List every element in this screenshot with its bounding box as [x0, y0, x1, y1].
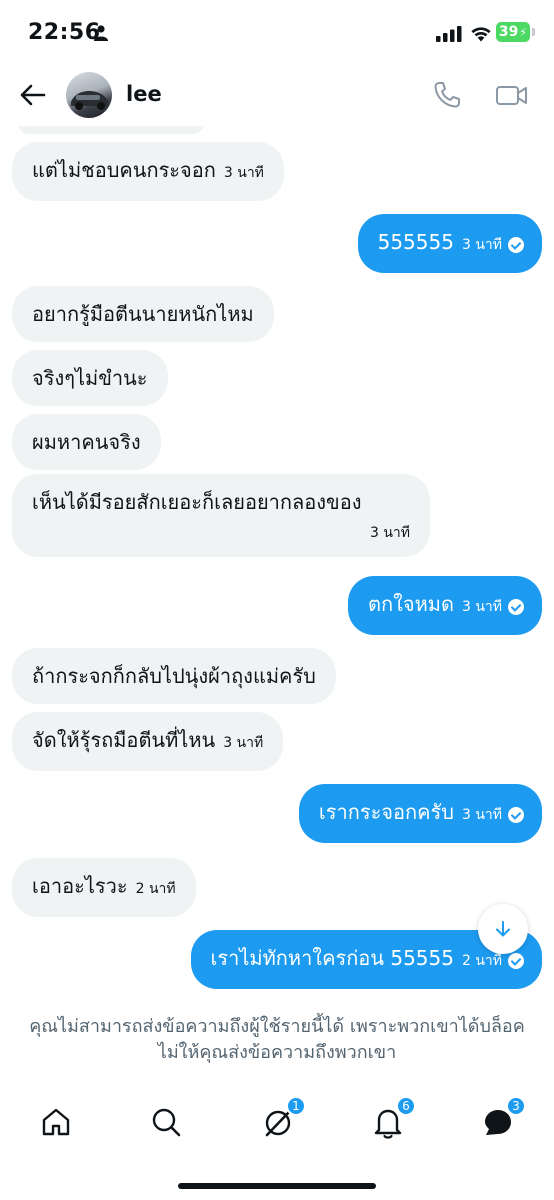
message-meta: 3 นาที: [462, 231, 524, 259]
message-time: 2 นาที: [135, 881, 176, 897]
read-check-icon: [508, 599, 524, 615]
scroll-to-bottom-button[interactable]: [478, 904, 528, 954]
message-bubble[interactable]: แต่ไม่ชอบคนกระจอก 3 นาที: [12, 142, 284, 201]
battery-cap: [532, 28, 535, 36]
message-text: เอาอะไรวะ: [32, 874, 128, 898]
message-text: จัดให้รุ้รถมือตีนที่ไหน: [32, 728, 216, 752]
message-meta: 3 นาที: [462, 593, 524, 621]
arrow-down-icon: [496, 921, 510, 937]
bottom-nav: 1 6 3: [0, 1090, 554, 1160]
cellular-signal-icon: [436, 26, 462, 42]
message-time: 3 นาที: [369, 525, 410, 541]
contact-name[interactable]: lee: [126, 82, 162, 106]
message-bubble[interactable]: ถ้ากระจกก็กลับไปนุ่งผ้าถุงแม่ครับ: [12, 648, 336, 704]
message-bubble-partial: [18, 126, 204, 134]
nav-messages[interactable]: 3: [480, 1096, 526, 1140]
messages-badge: 3: [506, 1096, 526, 1116]
battery-indicator: 39 ⚡: [496, 22, 530, 42]
back-arrow-icon: [20, 84, 46, 106]
message-bubble[interactable]: จริงๆไม่ขำนะ: [12, 350, 168, 406]
message-time: 3 นาที: [461, 599, 502, 615]
read-check-icon: [508, 807, 524, 823]
message-bubble[interactable]: อยากรู้มือตีนนายหนักไหม: [12, 286, 274, 342]
message-bubble[interactable]: 555555 3 นาที: [357, 214, 542, 273]
car-photo-icon: [71, 91, 108, 110]
read-check-icon: [508, 953, 524, 969]
message-text: ตกใจหมด: [368, 592, 454, 616]
message-bubble[interactable]: ผมหาคนจริง: [12, 414, 161, 470]
search-icon: [152, 1108, 181, 1137]
person-icon: [94, 25, 108, 41]
message-meta: 3 นาที: [462, 801, 524, 829]
battery-level: 39: [498, 24, 519, 40]
nav-notifications[interactable]: 6: [370, 1096, 416, 1140]
message-text: เรากระจอกครับ: [318, 800, 454, 824]
chat-header: lee: [0, 64, 554, 126]
call-button[interactable]: [430, 78, 464, 112]
charging-bolt-icon: ⚡: [519, 25, 528, 39]
message-bubble[interactable]: เอาอะไรวะ 2 นาที: [12, 858, 196, 917]
message-text: ถ้ากระจกก็กลับไปนุ่งผ้าถุงแม่ครับ: [32, 664, 316, 688]
video-call-button[interactable]: [494, 78, 530, 112]
nav-search[interactable]: [148, 1104, 184, 1140]
message-text: เราไม่ทักหาใครก่อน 55555: [210, 946, 454, 970]
message-time: 3 นาที: [223, 165, 264, 181]
back-button[interactable]: [16, 78, 50, 112]
message-text: 555555: [377, 230, 454, 254]
status-time: 22:56: [28, 20, 101, 45]
nav-grok[interactable]: 1: [260, 1096, 306, 1140]
nav-home[interactable]: [38, 1104, 74, 1140]
blocked-notice: คุณไม่สามารถส่งข้อความถึงผู้ใช้รายนี้ได้…: [29, 1016, 525, 1063]
message-text: จริงๆไม่ขำนะ: [32, 366, 148, 390]
status-bar: 22:56 39 ⚡: [0, 0, 554, 64]
message-bubble[interactable]: เห็นได้มีรอยสักเยอะก็เลยอยากลองของ 3 นาท…: [12, 474, 430, 557]
message-text: อยากรู้มือตีนนายหนักไหม: [32, 302, 254, 326]
wifi-icon: [471, 27, 491, 42]
message-text: แต่ไม่ชอบคนกระจอก: [32, 158, 216, 182]
message-time: 3 นาที: [461, 237, 502, 253]
grok-badge: 1: [286, 1096, 306, 1116]
avatar[interactable]: [66, 72, 112, 118]
message-time: 3 นาที: [223, 735, 264, 751]
message-bubble[interactable]: ตกใจหมด 3 นาที: [348, 576, 542, 635]
phone-icon: [434, 82, 460, 108]
read-check-icon: [508, 237, 524, 253]
message-text: ผมหาคนจริง: [32, 430, 141, 454]
message-list[interactable]: แต่ไม่ชอบคนกระจอก 3 นาที 555555 3 นาที อยา…: [0, 126, 554, 1006]
message-text: เห็นได้มีรอยสักเยอะก็เลยอยากลองของ: [32, 490, 362, 514]
video-camera-icon: [496, 86, 527, 105]
home-indicator: [178, 1183, 376, 1189]
message-bubble[interactable]: เรากระจอกครับ 3 นาที: [298, 784, 542, 843]
home-icon: [42, 1108, 70, 1136]
notifications-badge: 6: [396, 1096, 416, 1116]
message-time: 3 นาที: [461, 807, 502, 823]
message-bubble[interactable]: จัดให้รุ้รถมือตีนที่ไหน 3 นาที: [12, 712, 284, 771]
